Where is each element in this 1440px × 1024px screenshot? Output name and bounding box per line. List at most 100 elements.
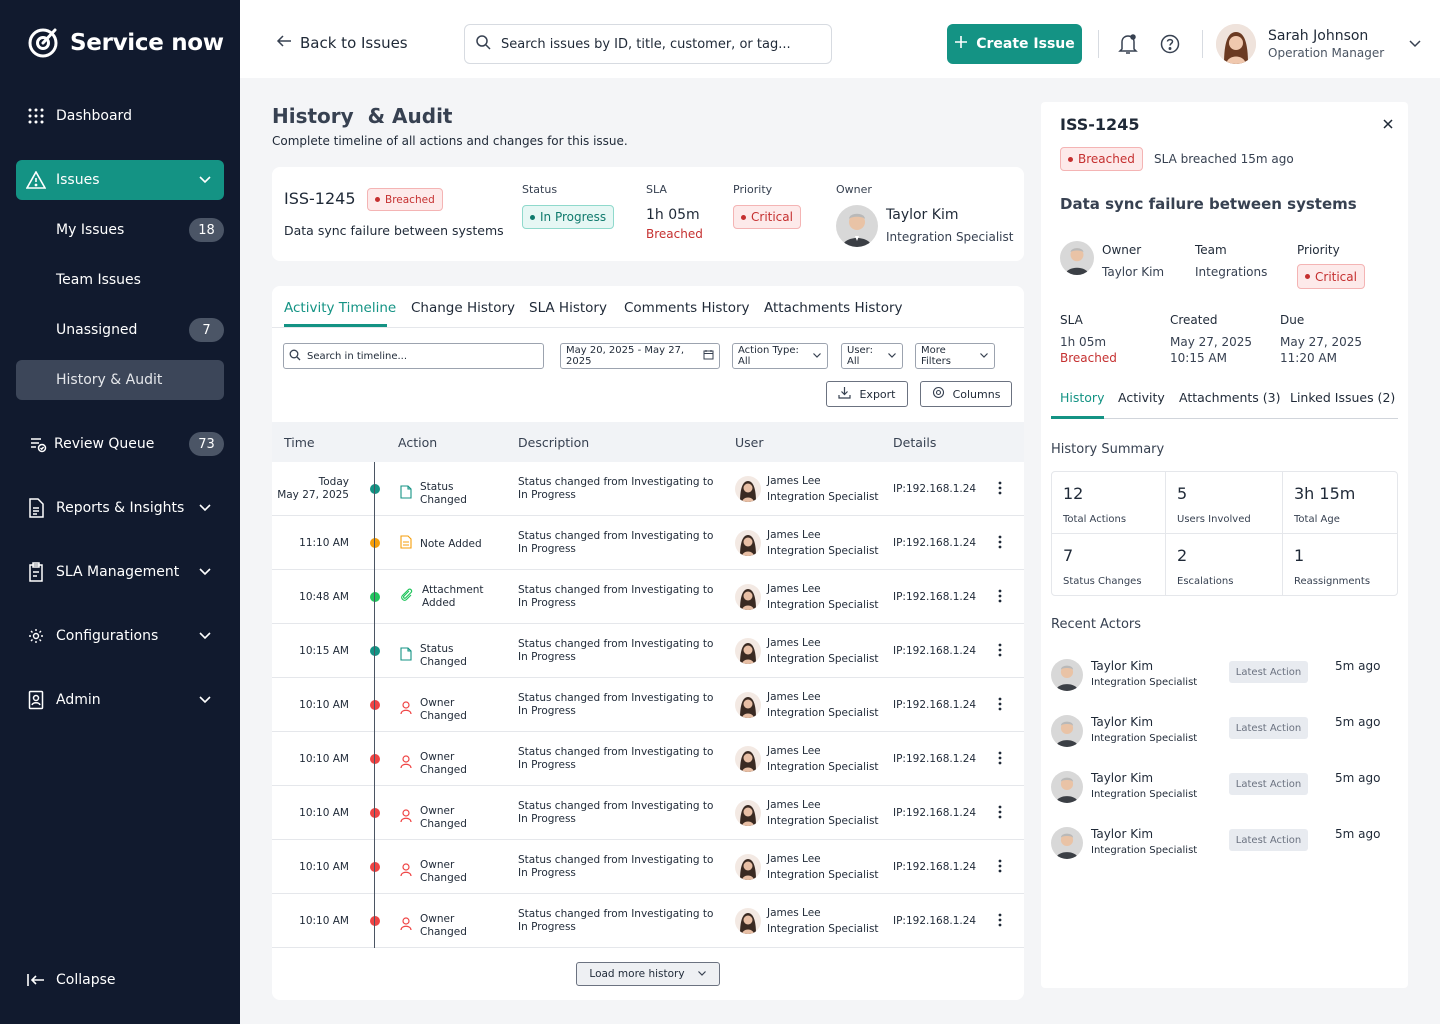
- user-name: Sarah Johnson: [1268, 28, 1369, 44]
- panel-tab-attachments[interactable]: Attachments (3): [1179, 390, 1280, 405]
- tab-sla-history[interactable]: SLA History: [529, 300, 607, 316]
- nav-my-issues[interactable]: My Issues 18: [16, 210, 224, 250]
- table-row[interactable]: 10:15 AM Status Changed Status changed f…: [272, 624, 1024, 678]
- table-row[interactable]: Today May 27, 2025 Status Changed Status …: [272, 462, 1024, 516]
- action-icon: [400, 588, 414, 606]
- more-options-icon[interactable]: [998, 643, 1002, 660]
- row-user-role: Integration Specialist: [767, 815, 879, 827]
- row-details: IP:192.168.1.24: [893, 807, 977, 819]
- export-button[interactable]: Export: [826, 381, 908, 407]
- nav-configurations[interactable]: Configurations: [16, 616, 224, 656]
- more-options-icon[interactable]: [998, 913, 1002, 930]
- tab-attachments-history[interactable]: Attachments History: [764, 300, 903, 316]
- nav-team-issues[interactable]: Team Issues: [16, 260, 224, 300]
- collapse-button[interactable]: Collapse: [16, 960, 224, 1000]
- row-user-name: James Lee: [767, 475, 821, 487]
- avatar: [735, 476, 761, 502]
- nav-sla[interactable]: SLA Management: [16, 552, 224, 592]
- columns-button[interactable]: Columns: [920, 381, 1012, 407]
- summary-label: Total Actions: [1063, 514, 1127, 525]
- nav-dashboard[interactable]: Dashboard: [16, 96, 224, 136]
- nav-reports[interactable]: Reports & Insights: [16, 488, 224, 528]
- avatar: [1060, 241, 1094, 275]
- row-time-primary: 10:10 AM: [299, 807, 349, 819]
- nav-sla-label: SLA Management: [56, 564, 180, 580]
- arrow-left-icon: [276, 34, 292, 52]
- more-options-icon[interactable]: [998, 535, 1002, 552]
- sla-value: 1h 05m: [646, 207, 700, 223]
- collapse-label: Collapse: [56, 972, 116, 988]
- bell-icon[interactable]: [1118, 33, 1138, 59]
- timeline-search-input[interactable]: Search in timeline...: [307, 351, 407, 362]
- panel-team-label: Team: [1195, 243, 1227, 257]
- timeline-dot: [370, 808, 380, 818]
- more-filters-select[interactable]: More Filters: [915, 343, 995, 369]
- column-header-action: Action: [398, 435, 438, 450]
- column-header-description: Description: [518, 435, 590, 450]
- actor-name: Taylor Kim: [1091, 771, 1154, 785]
- nav-history-audit[interactable]: History & Audit: [16, 360, 224, 400]
- user-select[interactable]: User: All: [841, 343, 903, 369]
- table-row[interactable]: 10:10 AM Owner Changed Status changed fr…: [272, 894, 1024, 948]
- breach-note: SLA breached 15m ago: [1154, 152, 1294, 166]
- more-options-icon[interactable]: [998, 697, 1002, 714]
- summary-label: Users Involved: [1177, 514, 1251, 525]
- history-summary-grid: 12 Total Actions 5 Users Involved 3h 15m To…: [1051, 471, 1398, 596]
- latest-action-badge: Latest Action: [1229, 661, 1308, 683]
- tab-change-history[interactable]: Change History: [411, 300, 515, 316]
- action-icon: [400, 701, 412, 719]
- table-row[interactable]: 11:10 AM Note Added Status changed from …: [272, 516, 1024, 570]
- row-user-role: Integration Specialist: [767, 923, 879, 935]
- panel-due-time: 11:20 AM: [1280, 351, 1337, 365]
- page-title: History & Audit: [272, 104, 453, 128]
- action-type-select[interactable]: Action Type: All: [732, 343, 828, 369]
- panel-sla: 1h 05m: [1060, 335, 1107, 349]
- issue-id: ISS-1245: [284, 189, 356, 208]
- panel-tab-activity[interactable]: Activity: [1118, 390, 1165, 405]
- date-range-picker[interactable]: May 20, 2025 - May 27, 2025: [560, 343, 720, 369]
- nav-history-audit-label: History & Audit: [56, 372, 163, 388]
- logo[interactable]: Service now: [26, 26, 224, 60]
- actor-item[interactable]: Taylor Kim Integration Specialist Latest…: [1051, 827, 1391, 867]
- load-more-button[interactable]: Load more history: [576, 962, 720, 986]
- nav-admin[interactable]: Admin: [16, 680, 224, 720]
- more-options-icon[interactable]: [998, 481, 1002, 498]
- row-user-name: James Lee: [767, 583, 821, 595]
- table-row[interactable]: 10:10 AM Owner Changed Status changed fr…: [272, 840, 1024, 894]
- more-options-icon[interactable]: [998, 751, 1002, 768]
- close-icon[interactable]: [1381, 116, 1395, 135]
- nav-review-queue[interactable]: Review Queue 73: [16, 424, 224, 464]
- actor-name: Taylor Kim: [1091, 659, 1154, 673]
- table-row[interactable]: 10:48 AM Attachment Added Status changed …: [272, 570, 1024, 624]
- action-icon: [400, 755, 412, 773]
- grid-icon: [26, 106, 46, 126]
- nav-unassigned[interactable]: Unassigned 7: [16, 310, 224, 350]
- more-options-icon[interactable]: [998, 805, 1002, 822]
- table-row[interactable]: 10:10 AM Owner Changed Status changed fr…: [272, 786, 1024, 840]
- nav-issues[interactable]: Issues: [16, 160, 224, 200]
- column-header-time: Time: [284, 435, 315, 450]
- issue-detail-panel: ISS-1245 Breached SLA breached 15m ago D…: [1041, 102, 1408, 988]
- back-to-issues-link[interactable]: Back to Issues: [276, 34, 408, 52]
- user-menu[interactable]: Sarah Johnson Operation Manager: [1216, 24, 1422, 64]
- more-options-icon[interactable]: [998, 859, 1002, 876]
- actor-item[interactable]: Taylor Kim Integration Specialist Latest…: [1051, 771, 1391, 811]
- table-row[interactable]: 10:10 AM Owner Changed Status changed fr…: [272, 732, 1024, 786]
- search-input[interactable]: [501, 36, 821, 52]
- tab-comments-history[interactable]: Comments History: [624, 300, 750, 316]
- actor-role: Integration Specialist: [1091, 677, 1198, 688]
- table-row[interactable]: 10:10 AM Owner Changed Status changed fr…: [272, 678, 1024, 732]
- actor-item[interactable]: Taylor Kim Integration Specialist Latest…: [1051, 659, 1391, 699]
- action-icon: [400, 863, 412, 881]
- issue-search-box[interactable]: [464, 24, 832, 64]
- panel-tab-history[interactable]: History: [1060, 390, 1104, 405]
- panel-tab-linked-issues[interactable]: Linked Issues (2): [1290, 390, 1395, 405]
- timeline-search-box[interactable]: Search in timeline...: [283, 343, 544, 369]
- more-options-icon[interactable]: [998, 589, 1002, 606]
- tab-activity-timeline[interactable]: Activity Timeline: [284, 300, 396, 316]
- help-icon[interactable]: [1160, 34, 1180, 58]
- row-description: Status changed from Investigating to In …: [518, 692, 714, 717]
- row-details: IP:192.168.1.24: [893, 699, 977, 711]
- create-issue-button[interactable]: Create Issue: [947, 24, 1082, 64]
- actor-item[interactable]: Taylor Kim Integration Specialist Latest…: [1051, 715, 1391, 755]
